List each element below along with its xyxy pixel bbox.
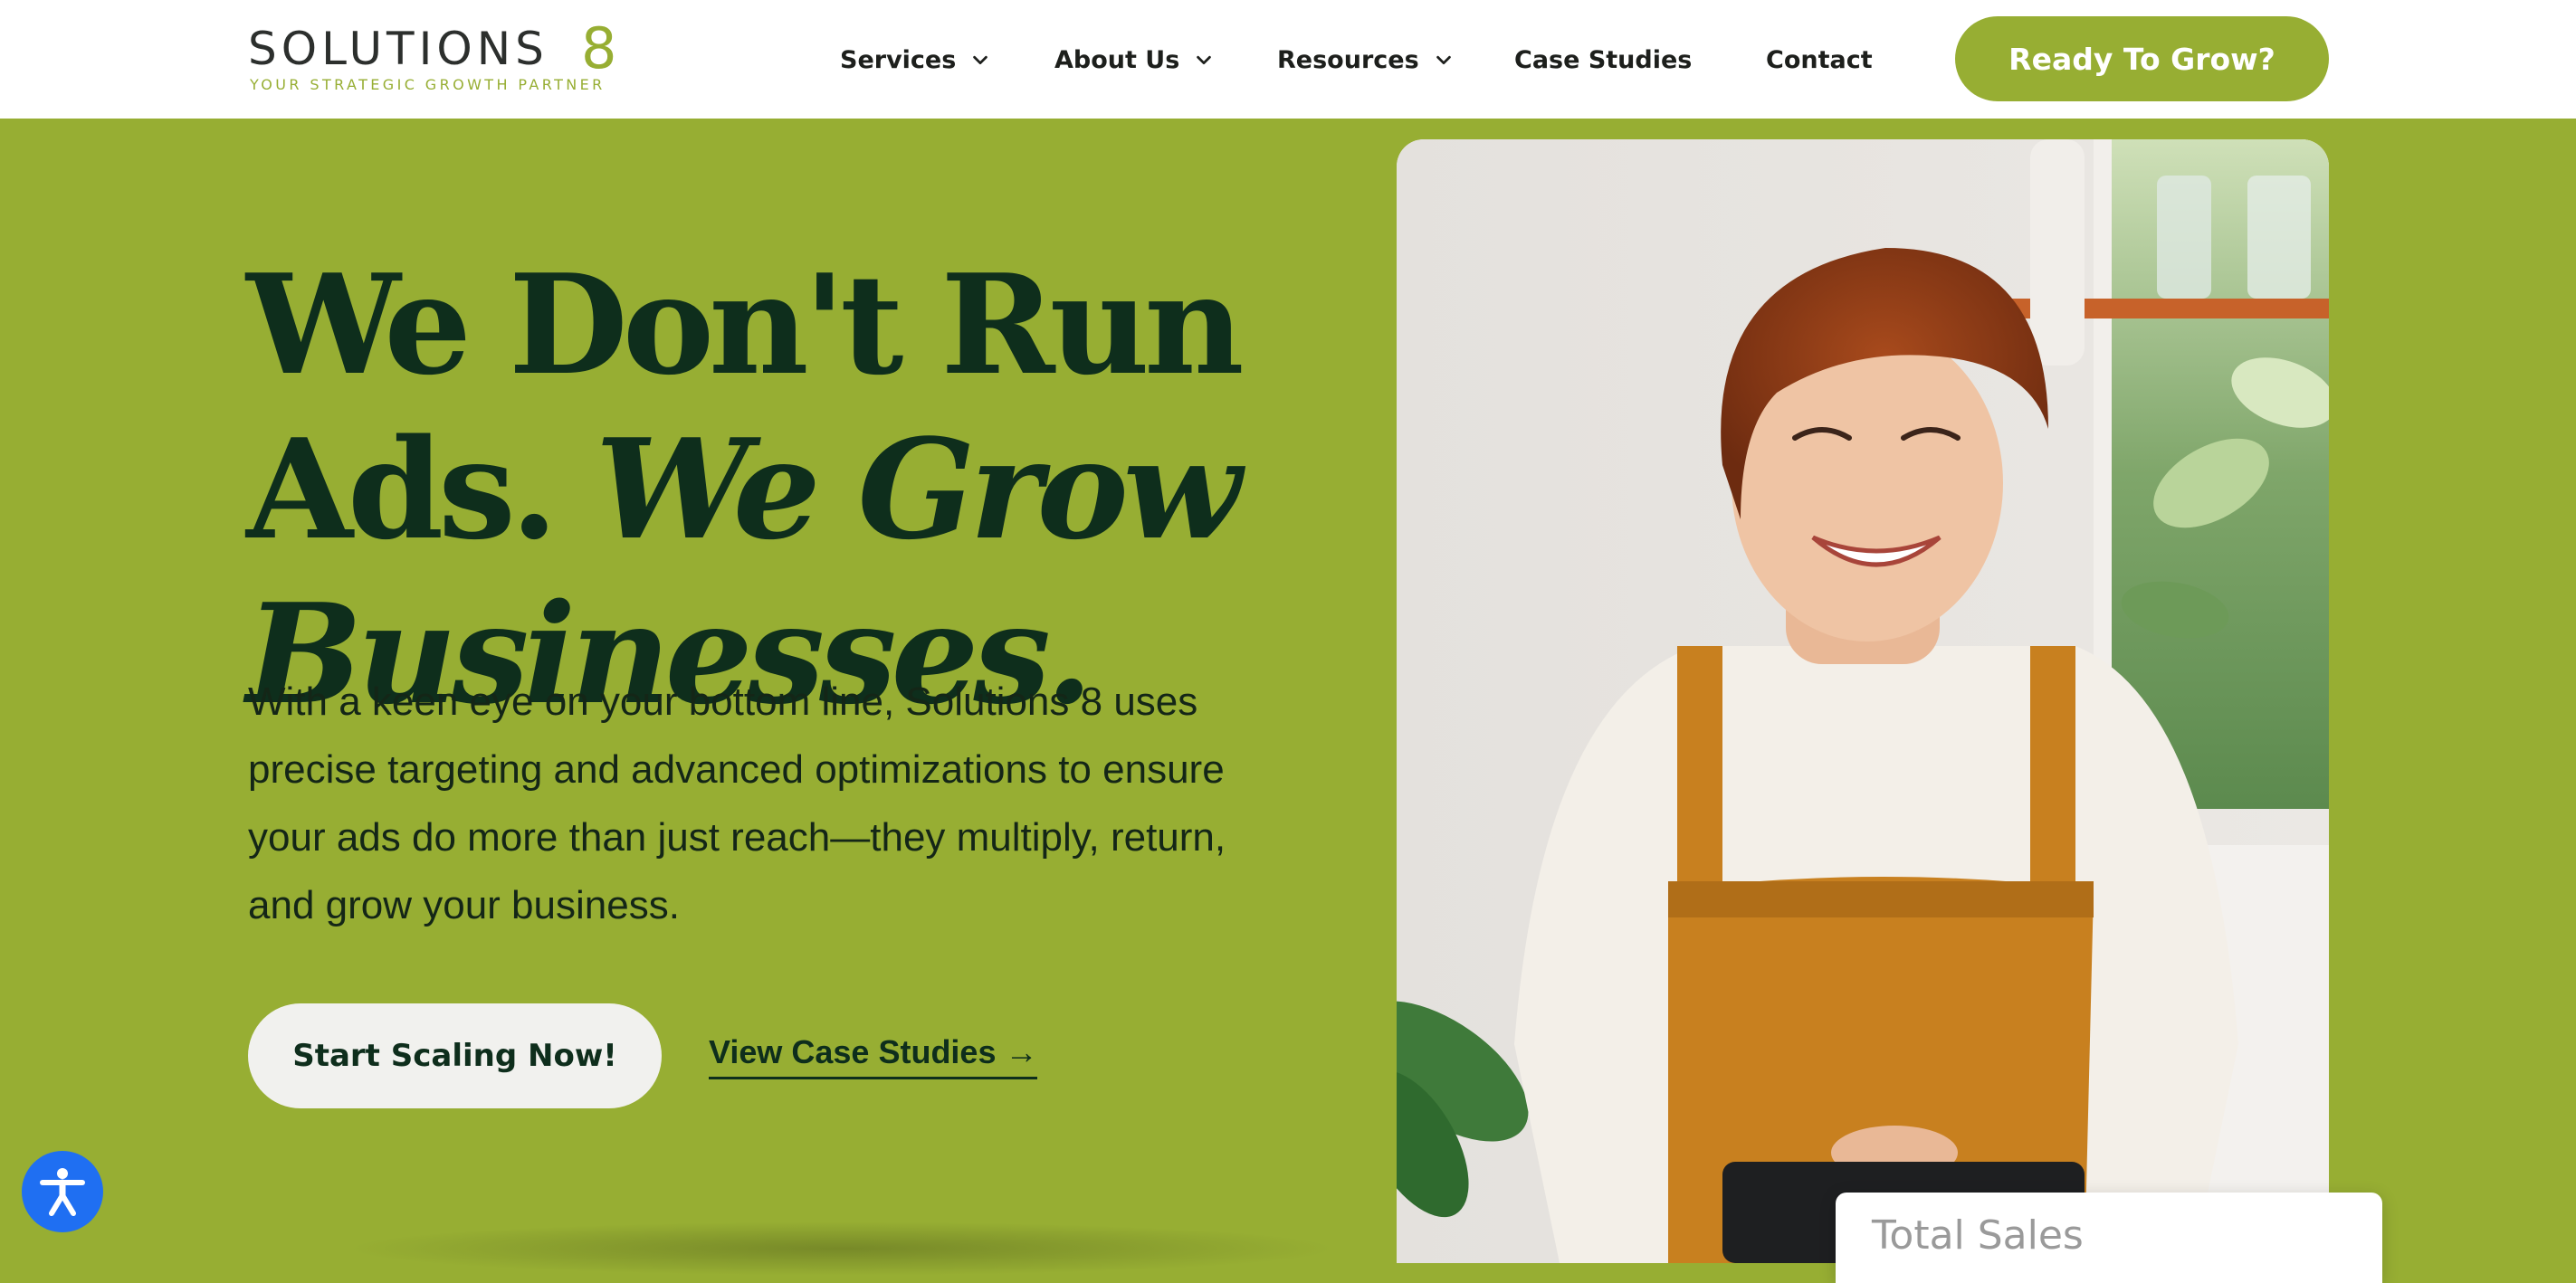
view-case-studies-link[interactable]: View Case Studies → — [709, 1028, 1038, 1079]
nav-item-label: Contact — [1766, 45, 1873, 74]
headline-line-2: Ads. We Grow — [246, 407, 1405, 572]
nav-item-label: Case Studies — [1514, 45, 1693, 74]
nav-item-resources[interactable]: Resources — [1277, 42, 1454, 78]
hero-headline: We Don't Run Ads. We Grow Businesses. — [246, 242, 1405, 737]
chevron-down-icon — [1436, 55, 1451, 65]
nav-item-label: Services — [840, 45, 957, 74]
nav-item-contact[interactable]: Contact — [1766, 42, 1873, 78]
accessibility-icon — [40, 1168, 85, 1216]
nav-item-label: About Us — [1054, 45, 1180, 74]
total-sales-card: Total Sales — [1836, 1193, 2382, 1283]
logo-number: 8 — [581, 15, 617, 81]
logo[interactable]: SOLUTIONS 8 YOUR STRATEGIC GROWTH PARTNE… — [248, 15, 646, 98]
headline-line-1: We Don't Run — [246, 242, 1245, 405]
headline-italic: We Grow — [595, 407, 1242, 570]
chevron-down-icon — [973, 55, 988, 65]
nav-item-label: Resources — [1277, 45, 1419, 74]
headline-plain: Ads. — [246, 407, 558, 570]
nav-item-services[interactable]: Services — [840, 42, 990, 78]
chevron-down-icon — [1197, 55, 1212, 65]
smiling-shop-owner-image — [1397, 139, 2329, 1263]
nav-item-case-studies[interactable]: Case Studies — [1514, 42, 1692, 78]
accessibility-button[interactable] — [22, 1151, 103, 1232]
total-sales-title: Total Sales — [1872, 1212, 2084, 1259]
hero-description: With a keen eye on your bottom line, Sol… — [248, 680, 1226, 927]
site-header: SOLUTIONS 8 YOUR STRATEGIC GROWTH PARTNE… — [0, 0, 2576, 119]
ready-to-grow-button[interactable]: Ready To Grow? — [1955, 16, 2329, 101]
decorative-shadow — [344, 1221, 1340, 1276]
logo-tagline: YOUR STRATEGIC GROWTH PARTNER — [250, 76, 606, 93]
nav-item-about-us[interactable]: About Us — [1054, 42, 1214, 78]
start-scaling-button[interactable]: Start Scaling Now! — [248, 1003, 662, 1108]
logo-wordmark: SOLUTIONS — [248, 23, 549, 75]
hero-photo — [1397, 139, 2329, 1263]
